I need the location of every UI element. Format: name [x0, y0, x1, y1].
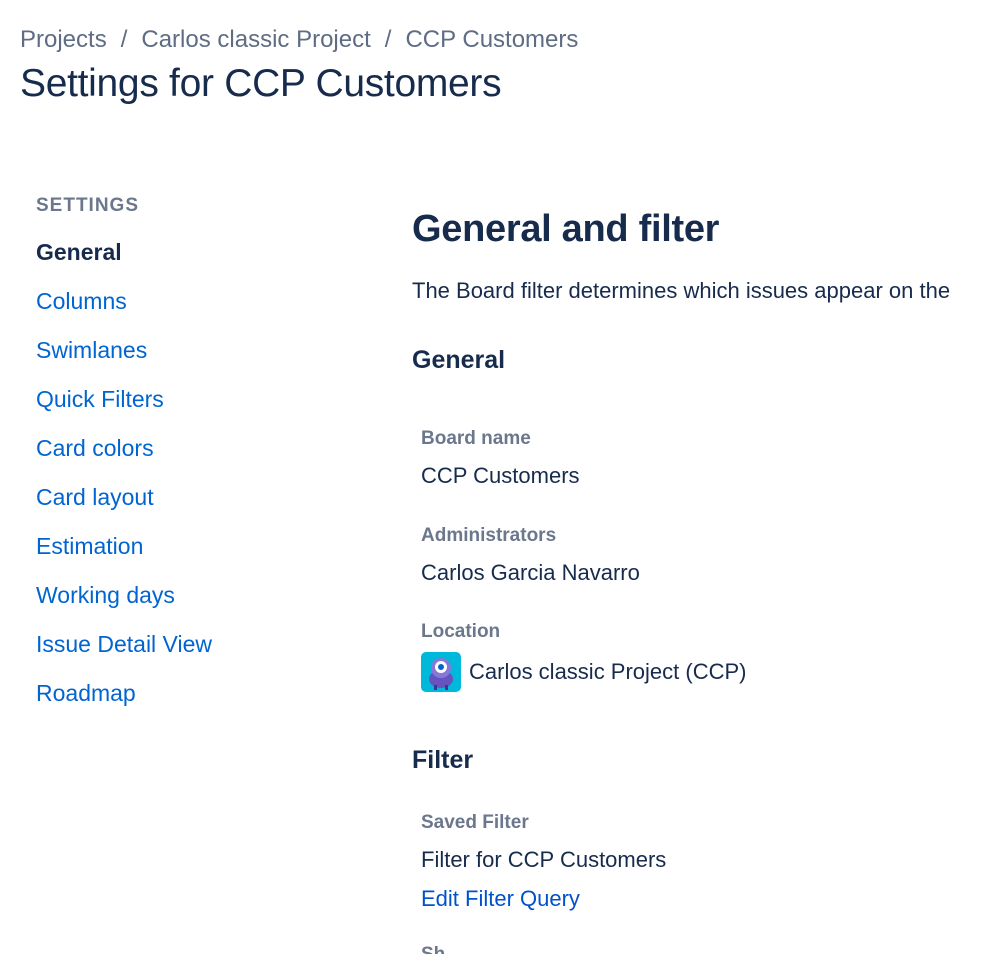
edit-filter-query-link[interactable]: Edit Filter Query: [421, 886, 580, 912]
sidebar-item-swimlanes[interactable]: Swimlanes: [36, 326, 212, 375]
next-field-label: Sh: [421, 944, 445, 954]
sidebar-item-quick-filters[interactable]: Quick Filters: [36, 375, 212, 424]
sidebar-item-roadmap[interactable]: Roadmap: [36, 669, 212, 718]
sidebar-item-columns[interactable]: Columns: [36, 277, 212, 326]
board-name-label: Board name: [421, 428, 531, 449]
breadcrumb-project[interactable]: Carlos classic Project: [141, 26, 370, 53]
general-section-title: General: [412, 346, 506, 374]
saved-filter-value[interactable]: Filter for CCP Customers: [421, 847, 666, 873]
sidebar-item-general[interactable]: General: [36, 228, 212, 277]
settings-sidebar: SETTINGS General Columns Swimlanes Quick…: [36, 194, 366, 706]
sidebar-item-card-colors[interactable]: Card colors: [36, 424, 212, 473]
breadcrumb-separator: /: [384, 26, 392, 53]
sidebar-nav: General Columns Swimlanes Quick Filters …: [36, 228, 212, 718]
administrators-value[interactable]: Carlos Garcia Navarro: [421, 560, 640, 586]
sidebar-item-working-days[interactable]: Working days: [36, 571, 212, 620]
sidebar-item-card-layout[interactable]: Card layout: [36, 473, 212, 522]
administrators-label: Administrators: [421, 525, 557, 546]
board-name-value[interactable]: CCP Customers: [421, 463, 580, 489]
sidebar-item-estimation[interactable]: Estimation: [36, 522, 212, 571]
sidebar-heading: SETTINGS: [36, 195, 140, 216]
breadcrumb-projects[interactable]: Projects: [20, 26, 107, 53]
sidebar-item-issue-detail-view[interactable]: Issue Detail View: [36, 620, 212, 669]
main-content: General and filter The Board filter dete…: [412, 0, 999, 954]
breadcrumb-separator: /: [120, 26, 128, 53]
saved-filter-label: Saved Filter: [421, 812, 529, 833]
section-heading: General and filter: [412, 208, 720, 250]
location-value[interactable]: Carlos classic Project (CCP): [421, 652, 747, 692]
board-filter-description: The Board filter determines which issues…: [412, 278, 951, 303]
location-project-name: Carlos classic Project (CCP): [469, 659, 747, 684]
project-avatar-icon: [421, 652, 461, 692]
location-label: Location: [421, 621, 501, 642]
filter-section-title: Filter: [412, 746, 474, 774]
